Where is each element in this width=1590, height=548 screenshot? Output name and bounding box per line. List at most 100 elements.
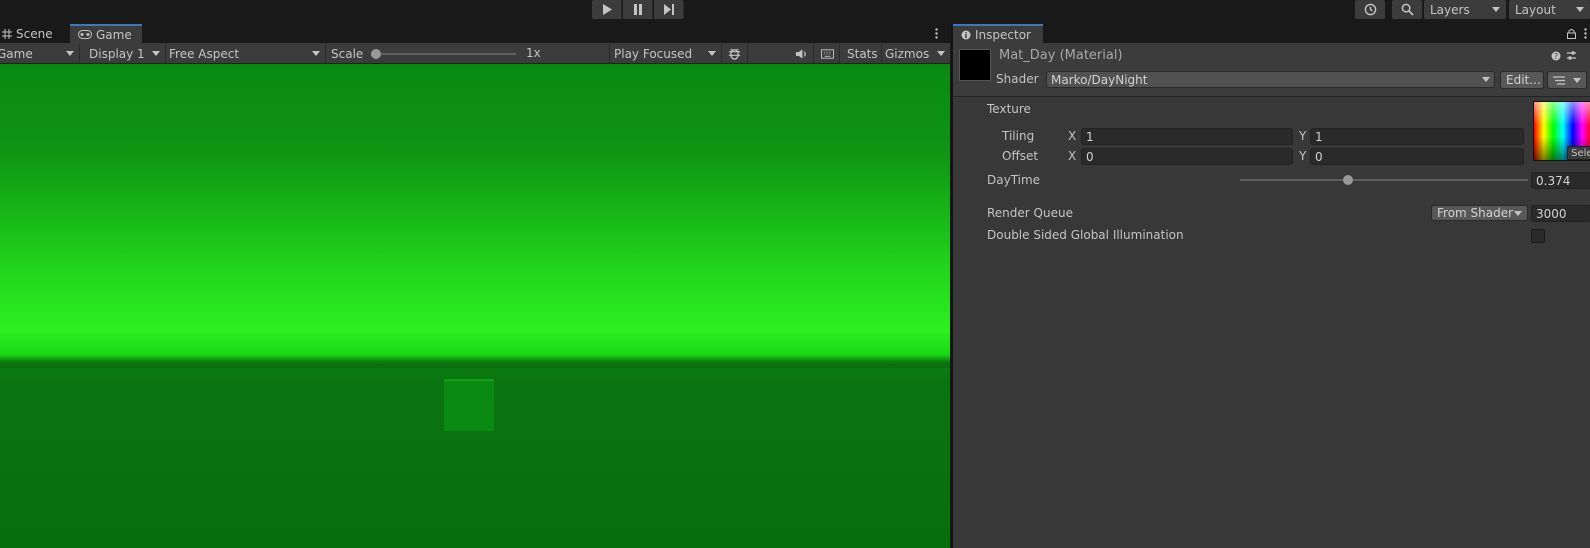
tiling-label: Tiling xyxy=(1002,129,1035,143)
game-view-dropdown[interactable]: Game xyxy=(0,44,80,63)
history-button[interactable] xyxy=(1355,0,1385,19)
play-button[interactable] xyxy=(592,0,622,19)
preset-icon[interactable] xyxy=(1565,49,1577,61)
render-queue-source-label: From Shader xyxy=(1437,206,1514,220)
game-view-label: Game xyxy=(0,46,33,61)
scale-slider-knob[interactable] xyxy=(371,49,381,59)
kebab-menu-icon[interactable] xyxy=(1581,27,1589,40)
tab-scene-label: Scene xyxy=(16,26,53,41)
aspect-label: Free Aspect xyxy=(169,46,240,61)
inspector-tabs: Inspector xyxy=(953,24,1590,43)
offset-y-value: 0 xyxy=(1315,149,1323,164)
tab-game[interactable]: Game xyxy=(70,24,142,43)
game-panel-tabs: Scene Game xyxy=(0,24,950,43)
main-toolbar: Layers Layout xyxy=(0,0,1590,24)
display-label: Display 1 xyxy=(89,46,145,61)
tab-scene[interactable]: Scene xyxy=(0,24,61,43)
chevron-down-icon xyxy=(1573,77,1581,83)
gizmos-dropdown[interactable]: Gizmos xyxy=(880,44,950,63)
step-button[interactable] xyxy=(654,0,684,19)
debug-button[interactable] xyxy=(722,44,748,63)
scene-cube xyxy=(444,379,494,431)
texture-select-button[interactable]: Select xyxy=(1567,146,1590,160)
tab-inspector-label: Inspector xyxy=(975,27,1031,42)
svg-text:?: ? xyxy=(1553,52,1557,61)
pause-button[interactable] xyxy=(623,0,653,19)
layout-label: Layout xyxy=(1515,2,1556,17)
shader-options-dropdown[interactable] xyxy=(1547,71,1587,89)
chevron-down-icon xyxy=(1492,7,1500,12)
help-icon[interactable]: ? xyxy=(1550,50,1561,61)
chevron-down-icon xyxy=(312,51,320,56)
tiling-x-label: X xyxy=(1068,129,1077,143)
tiling-x-field[interactable]: 1 xyxy=(1081,128,1293,145)
game-viewport[interactable] xyxy=(0,64,950,548)
daytime-value: 0.374 xyxy=(1536,173,1571,188)
panel-menu-icon[interactable] xyxy=(932,27,940,40)
scale-label: Scale xyxy=(331,46,364,61)
aspect-dropdown[interactable]: Free Aspect xyxy=(164,44,326,63)
double-sided-gi-checkbox[interactable] xyxy=(1531,229,1545,243)
material-header: Mat_Day (Material) ? Shader Marko/DayNig… xyxy=(953,43,1590,97)
tiling-x-value: 1 xyxy=(1086,129,1094,144)
search-button[interactable] xyxy=(1392,0,1422,19)
offset-y-field[interactable]: 0 xyxy=(1310,148,1524,165)
offset-x-value: 0 xyxy=(1086,149,1094,164)
render-queue-field[interactable]: 3000 xyxy=(1531,205,1590,222)
search-icon xyxy=(1401,3,1414,16)
stats-label: Stats xyxy=(847,46,878,61)
daytime-label: DayTime xyxy=(987,173,1041,187)
tiling-y-label: Y xyxy=(1299,129,1307,143)
list-icon xyxy=(1553,75,1565,85)
keyboard-icon xyxy=(821,48,834,59)
offset-x-field[interactable]: 0 xyxy=(1081,148,1293,165)
chevron-down-icon xyxy=(152,51,160,56)
game-toolbar: Game Display 1 Free Aspect Scale 1x Play… xyxy=(0,43,950,64)
tiling-y-field[interactable]: 1 xyxy=(1310,128,1524,145)
pause-icon xyxy=(633,4,642,15)
gamepad-icon xyxy=(78,30,92,39)
edit-shader-button[interactable]: Edit... xyxy=(1500,71,1544,89)
lock-icon[interactable] xyxy=(1565,27,1577,39)
daytime-slider-knob[interactable] xyxy=(1342,175,1353,185)
scale-control: Scale 1x xyxy=(326,44,610,63)
ground-horizon xyxy=(0,360,950,368)
shader-label: Shader xyxy=(996,72,1039,86)
shader-dropdown[interactable]: Marko/DayNight xyxy=(1046,71,1495,88)
info-icon xyxy=(961,30,971,39)
double-sided-gi-label: Double Sided Global Illumination xyxy=(987,228,1184,242)
inspector-panel: Inspector Mat_Day (Material) ? Shader Ma… xyxy=(951,24,1590,548)
edit-shader-label: Edit... xyxy=(1506,73,1541,87)
tab-inspector[interactable]: Inspector xyxy=(953,24,1043,43)
stats-button[interactable]: Stats xyxy=(842,44,882,63)
daytime-slider-track[interactable] xyxy=(1240,179,1528,181)
tiling-y-value: 1 xyxy=(1315,129,1323,144)
mute-audio-button[interactable] xyxy=(790,44,814,63)
scale-slider-track[interactable] xyxy=(371,53,516,55)
render-queue-value: 3000 xyxy=(1536,206,1567,221)
material-preview-thumbnail xyxy=(959,49,991,81)
play-mode-dropdown[interactable]: Play Focused xyxy=(609,44,722,63)
render-queue-source-dropdown[interactable]: From Shader xyxy=(1431,205,1528,221)
daytime-field[interactable]: 0.374 xyxy=(1531,172,1590,189)
history-icon xyxy=(1364,3,1376,16)
bug-icon xyxy=(728,48,741,60)
chevron-down-icon xyxy=(1482,77,1490,82)
speaker-icon xyxy=(795,48,806,59)
shortcuts-button[interactable] xyxy=(816,44,840,63)
texture-preview[interactable]: Select xyxy=(1533,101,1590,161)
chevron-down-icon xyxy=(1576,7,1584,12)
shader-value: Marko/DayNight xyxy=(1051,72,1148,87)
step-icon xyxy=(663,4,674,15)
offset-x-label: X xyxy=(1068,149,1077,163)
play-icon xyxy=(602,4,612,15)
chevron-down-icon xyxy=(937,51,945,56)
layout-dropdown[interactable]: Layout xyxy=(1509,0,1590,19)
display-dropdown[interactable]: Display 1 xyxy=(84,44,166,63)
gizmos-label: Gizmos xyxy=(885,46,930,61)
offset-y-label: Y xyxy=(1299,149,1307,163)
scale-value: 1x xyxy=(526,46,541,60)
game-panel: Scene Game Game Display 1 Free Aspect Sc… xyxy=(0,24,950,548)
tab-game-label: Game xyxy=(96,27,132,42)
layers-dropdown[interactable]: Layers xyxy=(1424,0,1506,19)
